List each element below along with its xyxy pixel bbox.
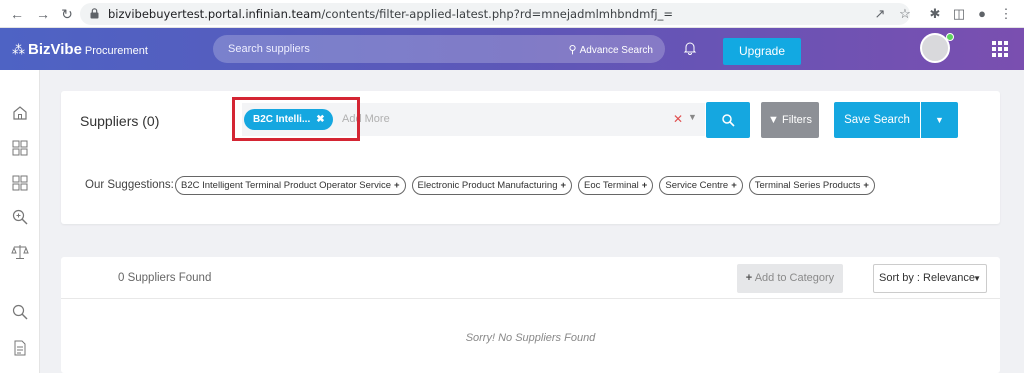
sort-dropdown[interactable]: Sort by : Relevance ▼ [873,264,987,293]
clear-all-icon[interactable]: ✕ [673,112,683,126]
results-count: 0 Suppliers Found [118,272,212,284]
save-search-button[interactable]: Save Search [834,102,920,138]
bookmark-star-icon[interactable]: ☆ [896,5,914,23]
document-icon[interactable] [11,339,29,357]
extensions-icon[interactable]: ✱ [926,5,944,23]
suggestion-chip[interactable]: Electronic Product Manufacturing + [411,176,573,195]
url-host: bizvibebuyertest.portal.infinian.team [108,7,322,21]
suggestion-chip[interactable]: Eoc Terminal + [578,176,654,195]
suggestion-label: Terminal Series Products [754,180,861,191]
page-title: Suppliers (0) [80,113,160,129]
search-icon[interactable] [11,303,29,321]
suggestions-label: Our Suggestions: [85,179,174,191]
filter-funnel-icon: ▼ [768,114,779,126]
side-panel-icon[interactable]: ◫ [950,5,968,23]
search-filter-card: Suppliers (0) B2C Intelli... ✖ Add More ✕… [61,91,1000,224]
back-icon[interactable]: ← [8,5,26,23]
chevron-down-icon[interactable]: ▼ [688,112,697,122]
bell-icon[interactable] [683,41,697,55]
suggestion-label: Electronic Product Manufacturing [417,180,558,191]
plus-icon: + [641,180,648,191]
suggestion-chip[interactable]: Service Centre + [659,176,743,195]
logo-name: BizVibe [28,41,82,58]
browser-toolbar: ← → ↻ bizvibebuyertest.portal.infinian.t… [0,0,1024,28]
forward-icon[interactable]: → [34,5,52,23]
lock-icon [90,8,99,19]
advance-search-label: Advance Search [579,45,653,56]
filters-label: Filters [782,114,812,126]
reload-icon[interactable]: ↻ [58,5,76,23]
online-status-dot [946,33,954,41]
results-card: 0 Suppliers Found + Add to Category Sort… [61,257,1000,373]
suggestion-label: Eoc Terminal [584,180,639,191]
share-icon[interactable]: ↗ [871,5,889,23]
dashboard-grid-icon[interactable] [11,139,29,157]
search-icon: ⚲ [568,44,577,56]
url-path: /contents/filter-applied-latest.php?rd=m… [321,7,674,21]
home-icon[interactable] [11,104,29,122]
chevron-down-icon: ▼ [973,274,981,283]
address-bar[interactable]: bizvibebuyertest.portal.infinian.team/co… [80,3,910,25]
plus-icon: + [393,180,400,191]
search-placeholder: Search suppliers [228,43,310,55]
sort-label: Sort by : Relevance [879,272,975,284]
suggestion-label: B2C Intelligent Terminal Product Operato… [181,180,391,191]
suggestion-chip[interactable]: Terminal Series Products + [748,176,875,195]
plus-icon: + [560,180,567,191]
logo-mark-icon: ⁂ [12,42,25,57]
empty-state-message: Sorry! No Suppliers Found [465,332,596,344]
browser-menu-icon[interactable]: ⋮ [997,5,1015,23]
app-header: ⁂ BizVibe Procurement Search suppliers ⚲ Ad… [0,28,1024,70]
zoom-search-icon[interactable] [11,208,29,226]
left-sidebar [0,70,40,373]
url-text: bizvibebuyertest.portal.infinian.team/co… [108,7,673,21]
plus-icon: + [731,180,737,191]
upgrade-button[interactable]: Upgrade [723,38,801,65]
filters-button[interactable]: ▼ Filters [761,102,819,138]
suggestion-chip[interactable]: B2C Intelligent Terminal Product Operato… [175,176,406,195]
compare-scale-icon[interactable] [11,243,29,261]
categories-grid-icon[interactable] [11,174,29,192]
suggestions-list: B2C Intelligent Terminal Product Operato… [175,176,875,196]
profile-icon[interactable]: ● [973,5,991,23]
logo[interactable]: ⁂ BizVibe Procurement [12,41,148,59]
annotation-highlight-box [232,97,360,141]
supplier-search-bar[interactable]: Search suppliers ⚲ Advance Search [213,35,665,63]
search-button[interactable] [706,102,750,138]
plus-icon: + [745,272,753,284]
save-search-dropdown[interactable]: ▼ [921,102,958,138]
results-header: 0 Suppliers Found + Add to Category Sort… [61,257,1000,299]
chevron-down-icon: ▼ [935,115,944,125]
suggestion-label: Service Centre [665,180,729,191]
advance-search-link[interactable]: ⚲ Advance Search [569,43,653,56]
search-icon [722,114,735,127]
plus-icon: + [863,180,869,191]
apps-grid-icon[interactable] [992,41,1008,57]
add-to-category-button[interactable]: + Add to Category [737,264,843,293]
logo-subtitle: Procurement [84,45,148,57]
add-to-category-label: Add to Category [754,272,835,284]
